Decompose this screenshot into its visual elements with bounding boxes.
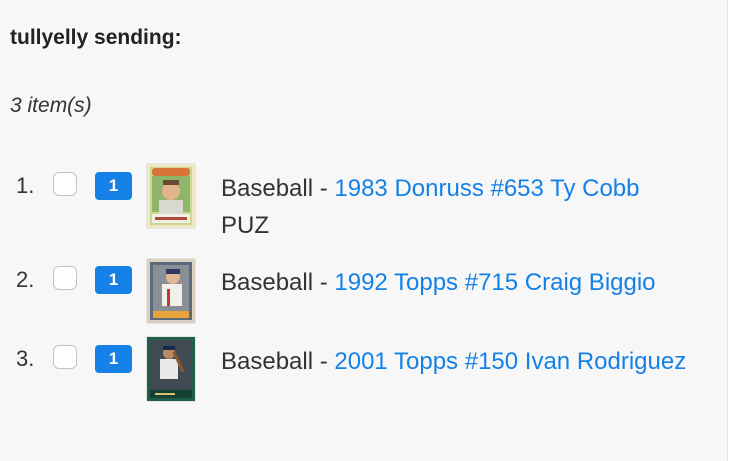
sending-panel: tullyelly sending: 3 item(s) 1. 1 Baseba…: [0, 0, 728, 461]
card-thumbnail[interactable]: [147, 259, 195, 323]
item-description: Baseball - 2001 Topps #150 Ivan Rodrigue…: [221, 343, 721, 380]
quantity-badge[interactable]: 1: [95, 345, 132, 373]
card-attribute: PUZ: [221, 212, 269, 239]
sport-label: Baseball -: [221, 175, 335, 202]
card-link[interactable]: 2001 Topps #150 Ivan Rodriguez: [334, 348, 686, 375]
card-thumbnail[interactable]: [147, 164, 195, 228]
quantity-badge[interactable]: 1: [95, 172, 132, 200]
card-thumbnail[interactable]: [147, 337, 195, 401]
quantity-badge[interactable]: 1: [95, 266, 132, 294]
item-description: Baseball - 1983 Donruss #653 Ty Cobb PUZ: [221, 170, 721, 244]
card-link[interactable]: 1983 Donruss #653 Ty Cobb: [334, 175, 639, 202]
item-checkbox[interactable]: [53, 266, 77, 290]
item-checkbox[interactable]: [53, 172, 77, 196]
item-number: 1.: [16, 173, 35, 198]
card-link[interactable]: 1992 Topps #715 Craig Biggio: [334, 269, 655, 296]
item-count: 3 item(s): [10, 94, 92, 117]
sport-label: Baseball -: [221, 269, 335, 296]
sender-heading: tullyelly sending:: [10, 26, 182, 49]
item-number: 2.: [16, 267, 35, 292]
sport-label: Baseball -: [221, 348, 335, 375]
item-number: 3.: [16, 346, 35, 371]
item-description: Baseball - 1992 Topps #715 Craig Biggio: [221, 264, 721, 301]
item-checkbox[interactable]: [53, 345, 77, 369]
